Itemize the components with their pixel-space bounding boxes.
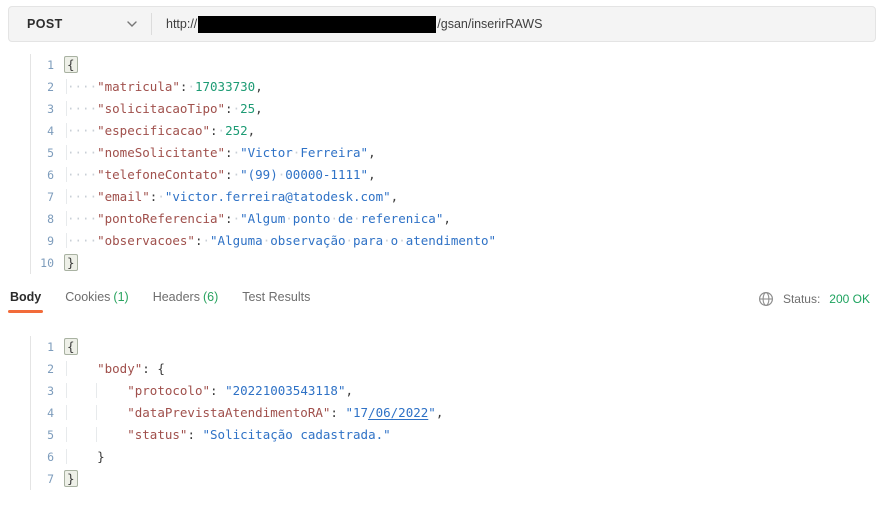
- line-number: 2: [31, 76, 67, 98]
- response-meta-bar: Body Cookies(1) Headers(6) Test Results …: [10, 290, 870, 318]
- code-line: 7····"email":·"victor.ferreira@tatodesk.…: [31, 186, 876, 208]
- request-url-bar: POST http:// /gsan/inserirRAWS: [8, 6, 876, 42]
- line-number: 6: [31, 446, 67, 468]
- line-number: 10: [31, 252, 67, 274]
- code-line: 1{: [31, 54, 876, 76]
- line-number: 8: [31, 208, 67, 230]
- line-number: 1: [31, 54, 67, 76]
- line-number: 1: [31, 336, 67, 358]
- line-number: 4: [31, 120, 67, 142]
- response-status-area: Status: 200 OK: [758, 290, 870, 307]
- line-number: 3: [31, 98, 67, 120]
- code-line: 3····"solicitacaoTipo":·25,: [31, 98, 876, 120]
- line-number: 7: [31, 186, 67, 208]
- response-body-viewer: 1{2 "body": {3 "protocolo": "20221003543…: [30, 336, 876, 490]
- url-path: /gsan/inserirRAWS: [437, 17, 542, 31]
- url-redaction: [198, 16, 436, 33]
- url-input[interactable]: http:// /gsan/inserirRAWS: [152, 7, 875, 41]
- code-line: 5····"nomeSolicitante":·"Victor·Ferreira…: [31, 142, 876, 164]
- line-number: 5: [31, 142, 67, 164]
- line-number: 5: [31, 424, 67, 446]
- tab-headers[interactable]: Headers(6): [153, 290, 219, 313]
- chevron-down-icon: [127, 21, 137, 27]
- code-line: 10}: [31, 252, 876, 274]
- code-line: 2 "body": {: [31, 358, 876, 380]
- line-number: 3: [31, 380, 67, 402]
- code-line: 4····"especificacao":·252,: [31, 120, 876, 142]
- tab-cookies[interactable]: Cookies(1): [65, 290, 128, 313]
- method-dropdown[interactable]: POST: [9, 7, 151, 41]
- method-label: POST: [27, 17, 63, 31]
- code-line: 1{: [31, 336, 876, 358]
- code-line: 8····"pontoReferencia":·"Algum·ponto·de·…: [31, 208, 876, 230]
- code-line: 2····"matricula":·17033730,: [31, 76, 876, 98]
- line-number: 2: [31, 358, 67, 380]
- tab-body[interactable]: Body: [10, 290, 41, 313]
- code-line: 6····"telefoneContato":·"(99)·00000-1111…: [31, 164, 876, 186]
- line-number: 6: [31, 164, 67, 186]
- code-line: 4 "dataPrevistaAtendimentoRA": "17/06/20…: [31, 402, 876, 424]
- headers-count-badge: (6): [203, 290, 218, 304]
- url-prefix: http://: [166, 17, 197, 31]
- status-label: Status:: [783, 292, 820, 306]
- request-body-editor[interactable]: 1{2····"matricula":·17033730,3····"solic…: [30, 54, 876, 274]
- code-line: 9····"observacoes":·"Alguma·observação·p…: [31, 230, 876, 252]
- code-line: 3 "protocolo": "20221003543118",: [31, 380, 876, 402]
- code-line: 6 }: [31, 446, 876, 468]
- code-line: 7}: [31, 468, 876, 490]
- line-number: 4: [31, 402, 67, 424]
- globe-icon[interactable]: [758, 291, 774, 307]
- cookies-count-badge: (1): [113, 290, 128, 304]
- code-line: 5 "status": "Solicitação cadastrada.": [31, 424, 876, 446]
- line-number: 9: [31, 230, 67, 252]
- tab-test-results[interactable]: Test Results: [242, 290, 310, 313]
- status-badge: 200 OK: [829, 292, 870, 306]
- line-number: 7: [31, 468, 67, 490]
- active-tab-underline: [8, 310, 43, 313]
